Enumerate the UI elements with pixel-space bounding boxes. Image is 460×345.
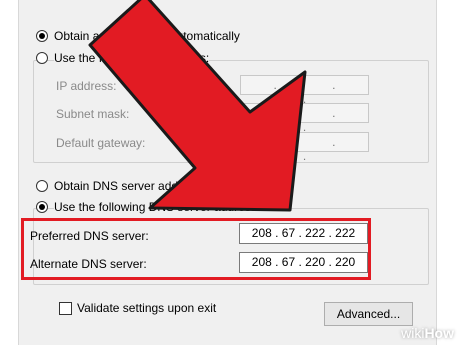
screenshot-stage: Obtain an IP address automatically Use t… [0,0,460,345]
red-arrow-icon [88,0,307,212]
wikihow-watermark: wikiHow [401,325,454,341]
